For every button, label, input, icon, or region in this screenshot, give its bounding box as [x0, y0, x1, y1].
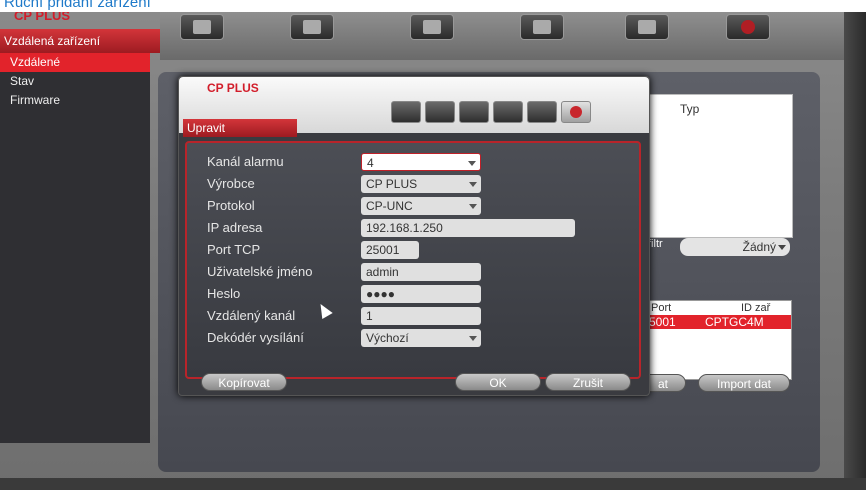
brand-logo: CP PLUS — [14, 12, 71, 23]
column-port: Port — [651, 302, 672, 314]
typ-column-header: Typ — [680, 102, 700, 116]
row-decoder: Dekódér vysílání Výchozí — [207, 329, 627, 347]
wrench-icon — [527, 101, 557, 123]
monitor-bezel-bottom — [0, 478, 866, 490]
device-search-list[interactable] — [633, 94, 793, 238]
row-password: Heslo ●●●● — [207, 285, 627, 303]
remote-channel-input[interactable]: 1 — [361, 307, 481, 325]
power-icon — [561, 101, 591, 123]
main-toolbar — [160, 12, 850, 60]
dialog-logo: CP PLUS — [207, 81, 259, 95]
sidebar-item-firmware[interactable]: Firmware — [0, 91, 150, 110]
username-label: Uživatelské jméno — [207, 264, 313, 279]
column-id: ID zař — [741, 302, 771, 314]
list-icon[interactable] — [410, 14, 454, 40]
monitor-icon[interactable] — [520, 14, 564, 40]
page-caption: Ruční přidání zařízení — [0, 0, 866, 12]
ip-input[interactable]: 192.168.1.250 — [361, 219, 575, 237]
section-title: Vzdálená zařízení — [0, 29, 160, 53]
password-label: Heslo — [207, 286, 241, 301]
password-input[interactable]: ●●●● — [361, 285, 481, 303]
sidebar: Vzdálené Stav Firmware — [0, 53, 150, 443]
filter-label: filtr — [648, 238, 663, 250]
dialog-form: Kanál alarmu 4 Výrobce CP PLUS Protokol … — [185, 141, 641, 379]
added-devices-table[interactable]: Port ID zař 5001 CPTGC4M — [644, 300, 792, 380]
row-protocol: Protokol CP-UNC — [207, 197, 627, 215]
manufacturer-label: Výrobce — [207, 176, 255, 191]
cell-id: CPTGC4M — [705, 315, 764, 329]
edit-dialog: CP PLUS Upravit Kanál alarmu 4 Výrobce C… — [178, 76, 650, 396]
ip-label: IP adresa — [207, 220, 263, 235]
cancel-button[interactable]: Zrušit — [545, 373, 631, 391]
row-username: Uživatelské jméno admin — [207, 263, 627, 281]
monitor-bezel — [844, 12, 866, 490]
alarm-channel-select[interactable]: 4 — [361, 153, 481, 171]
wrench-icon[interactable] — [625, 14, 669, 40]
remote-channel-label: Vzdálený kanál — [207, 308, 296, 323]
manufacturer-select[interactable]: CP PLUS — [361, 175, 481, 193]
table-header: Port ID zař — [645, 301, 791, 315]
alarm-channel-label: Kanál alarmu — [207, 154, 284, 169]
power-icon[interactable] — [726, 14, 770, 40]
network-icon — [425, 101, 455, 123]
port-label: Port TCP — [207, 242, 261, 257]
row-port: Port TCP 25001 — [207, 241, 627, 259]
decoder-select[interactable]: Výchozí — [361, 329, 481, 347]
filter-select[interactable]: Žádný — [680, 238, 790, 256]
protocol-select[interactable]: CP-UNC — [361, 197, 481, 215]
caption-text: Ruční přidání zařízení — [4, 0, 151, 11]
monitor-icon — [493, 101, 523, 123]
decoder-label: Dekódér vysílání — [207, 330, 304, 345]
network-icon[interactable] — [290, 14, 334, 40]
copy-button[interactable]: Kopírovat — [201, 373, 287, 391]
list-icon — [459, 101, 489, 123]
protocol-label: Protokol — [207, 198, 255, 213]
cell-port: 5001 — [649, 315, 676, 329]
camera-icon — [391, 101, 421, 123]
row-ip: IP adresa 192.168.1.250 — [207, 219, 627, 237]
row-alarm-channel: Kanál alarmu 4 — [207, 153, 627, 171]
sidebar-item-vzdalene[interactable]: Vzdálené — [0, 53, 150, 72]
ok-button[interactable]: OK — [455, 373, 541, 391]
row-remote-channel: Vzdálený kanál 1 — [207, 307, 627, 325]
username-input[interactable]: admin — [361, 263, 481, 281]
dialog-title: Upravit — [183, 119, 297, 137]
row-manufacturer: Výrobce CP PLUS — [207, 175, 627, 193]
camera-icon[interactable] — [180, 14, 224, 40]
import-button[interactable]: Import dat — [698, 374, 790, 392]
port-input[interactable]: 25001 — [361, 241, 419, 259]
table-row[interactable]: 5001 CPTGC4M — [645, 315, 791, 329]
sidebar-item-stav[interactable]: Stav — [0, 72, 150, 91]
